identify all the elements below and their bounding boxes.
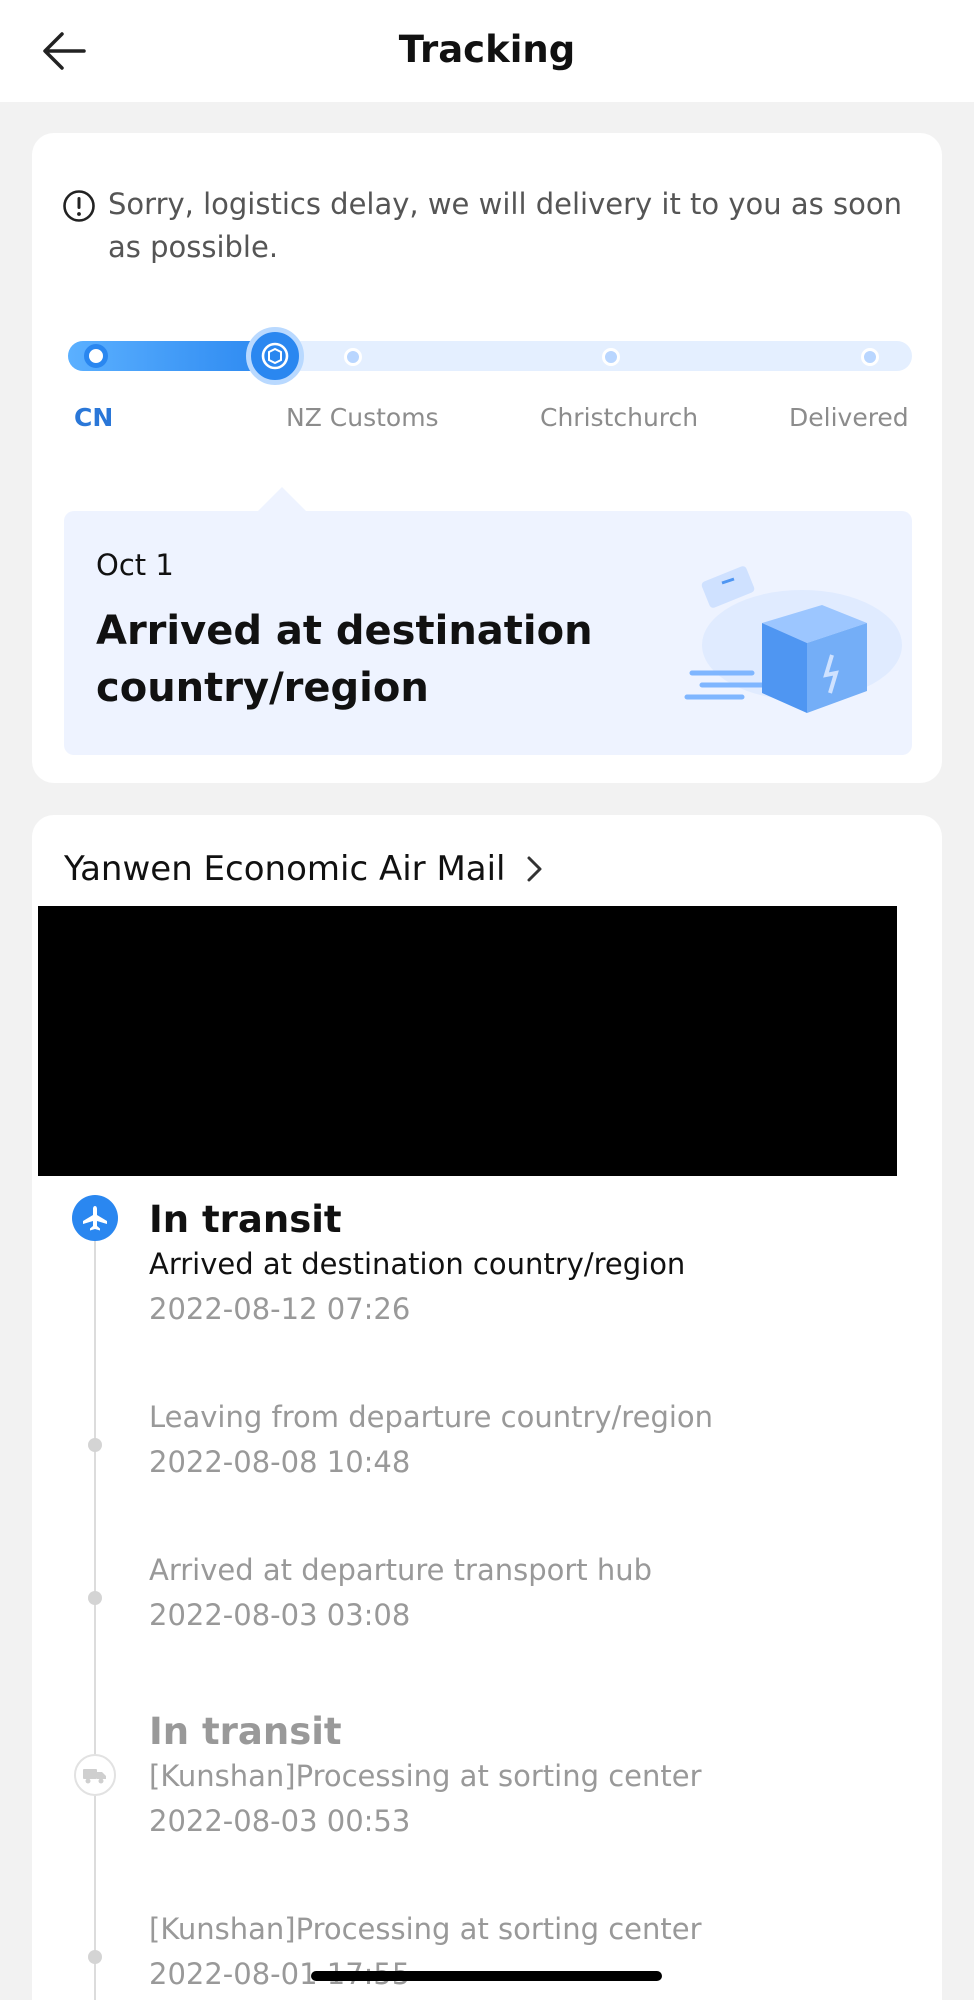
event-description: Leaving from departure country/region [149, 1400, 714, 1434]
carrier-row[interactable]: Yanwen Economic Air Mail [64, 847, 546, 891]
event-description: Arrived at departure transport hub [149, 1553, 653, 1587]
home-indicator [311, 1971, 662, 1981]
timeline-dot [88, 1950, 102, 1964]
step-dot-delivered [861, 348, 879, 366]
page-title: Tracking [398, 28, 576, 71]
timeline-event-icon [74, 1754, 116, 1796]
truck-icon [83, 1769, 106, 1784]
status-title: Arrived at destination country/region [96, 608, 593, 711]
step-label-christchurch: Christchurch [540, 403, 699, 432]
event-time: 2022-08-03 00:53 [149, 1804, 411, 1838]
step-label-nz-customs: NZ Customs [286, 403, 439, 432]
step-label-cn: CN [74, 403, 114, 432]
redacted-area [38, 906, 897, 1176]
status-date: Oct 1 [96, 548, 174, 582]
timeline-line [94, 1210, 96, 2000]
event-title: In transit [149, 1198, 342, 1241]
event-description: [Kunshan]Processing at sorting center [149, 1912, 702, 1946]
event-title: In transit [149, 1710, 342, 1753]
package-icon [261, 342, 289, 370]
event-description: Arrived at destination country/region [149, 1247, 686, 1281]
top-bar: Tracking [0, 0, 974, 102]
step-dot-nz-customs [344, 348, 362, 366]
status-pointer [258, 487, 306, 511]
step-dot-christchurch [602, 348, 620, 366]
carrier-name: Yanwen Economic Air Mail [64, 849, 506, 889]
chevron-right-icon [527, 856, 542, 882]
progress-card: Sorry, logistics delay, we will delivery… [32, 133, 942, 783]
timeline-dot [88, 1591, 102, 1605]
tracking-details-card: Yanwen Economic Air Mail In transit Arri… [32, 815, 942, 2000]
step-label-delivered: Delivered [789, 403, 909, 432]
event-time: 2022-08-03 03:08 [149, 1598, 411, 1632]
timeline-event-icon [72, 1195, 118, 1241]
exclamation-circle-icon [63, 190, 95, 222]
step-dot-cn [84, 344, 108, 368]
event-time: 2022-08-12 07:26 [149, 1292, 411, 1326]
airplane-icon [83, 1206, 107, 1231]
step-dot-current [246, 327, 304, 385]
package-box-illustration [684, 566, 902, 713]
delay-notice: Sorry, logistics delay, we will delivery… [108, 187, 902, 264]
event-time: 2022-08-08 10:48 [149, 1445, 411, 1479]
timeline-dot [88, 1438, 102, 1452]
event-description: [Kunshan]Processing at sorting center [149, 1759, 702, 1793]
